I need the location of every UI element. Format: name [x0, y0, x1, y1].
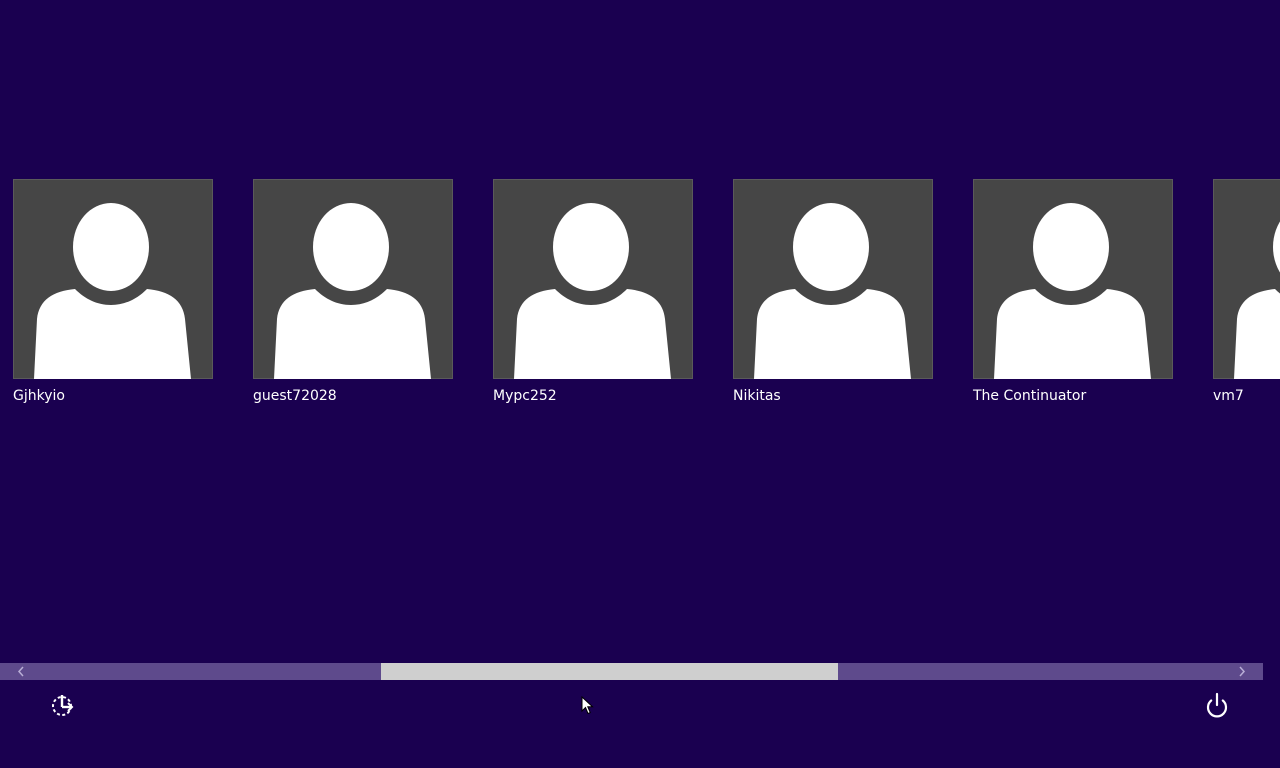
user-silhouette-icon	[34, 203, 191, 379]
user-avatar[interactable]	[973, 179, 1173, 379]
user-avatar[interactable]	[13, 179, 213, 379]
scroll-left-button[interactable]	[13, 663, 30, 680]
power-icon	[1206, 692, 1228, 718]
user-tile[interactable]: Nikitas	[733, 179, 933, 404]
user-name: Mypc252	[493, 388, 557, 404]
user-list: Gjhkyio guest72028 Mypc252 Nikitas The C…	[13, 179, 1280, 419]
user-tile[interactable]: Gjhkyio	[13, 179, 213, 404]
scrollbar-thumb[interactable]	[380, 663, 838, 680]
user-name: guest72028	[253, 388, 337, 404]
user-silhouette-icon	[274, 203, 431, 379]
ease-of-access-button[interactable]	[47, 690, 79, 722]
user-avatar[interactable]	[733, 179, 933, 379]
ease-of-access-icon	[52, 695, 74, 716]
chevron-right-icon	[1239, 666, 1246, 677]
user-tile[interactable]: vm7	[1213, 179, 1280, 404]
user-tile[interactable]: Mypc252	[493, 179, 693, 404]
user-silhouette-icon	[754, 203, 911, 379]
user-silhouette-icon	[1234, 221, 1280, 379]
horizontal-scrollbar[interactable]	[0, 663, 1263, 680]
user-name: Gjhkyio	[13, 388, 65, 404]
user-silhouette-icon	[514, 203, 671, 379]
user-avatar[interactable]	[1213, 179, 1280, 379]
user-tile[interactable]: The Continuator	[973, 179, 1173, 404]
chevron-left-icon	[17, 666, 24, 677]
user-name: The Continuator	[973, 388, 1087, 404]
user-avatar[interactable]	[253, 179, 453, 379]
user-tile[interactable]: guest72028	[253, 179, 453, 404]
mouse-cursor-icon	[581, 696, 594, 715]
user-name: Nikitas	[733, 388, 781, 404]
user-avatar[interactable]	[493, 179, 693, 379]
user-silhouette-icon	[994, 203, 1151, 379]
lock-screen-user-picker: Gjhkyio guest72028 Mypc252 Nikitas The C…	[0, 0, 1280, 768]
user-name: vm7	[1213, 388, 1244, 404]
scroll-right-button[interactable]	[1233, 663, 1250, 680]
power-button[interactable]	[1201, 690, 1233, 722]
